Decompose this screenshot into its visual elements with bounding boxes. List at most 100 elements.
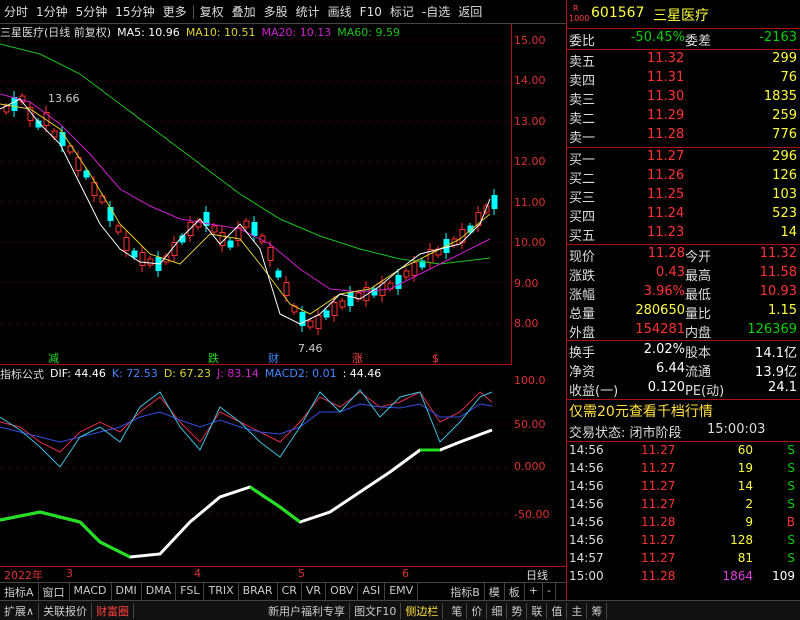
tick-volume: 19 — [737, 461, 753, 475]
buy-level-row[interactable]: 买五 11.23 14 — [567, 225, 800, 244]
tab-5min[interactable]: 5分钟 — [72, 3, 112, 20]
dif-down-segment — [0, 510, 131, 559]
kline-chart[interactable]: 13.66 7.46 减 跌 财 涨 $ — [0, 24, 512, 365]
icon-zhi[interactable]: 值 — [547, 602, 568, 619]
tab-template[interactable]: 模 — [485, 583, 505, 600]
overlay-button[interactable]: 叠加 — [228, 3, 260, 20]
tab-macd[interactable]: MACD — [70, 583, 112, 600]
event-mark-4[interactable]: 涨 — [352, 352, 363, 365]
tick-price: 11.27 — [641, 443, 676, 457]
f10-link[interactable]: 图文F10 — [350, 602, 402, 619]
quote-label: 最低 — [685, 288, 712, 303]
buy-level-row[interactable]: 买四 11.24 523 — [567, 206, 800, 225]
icon-zhu[interactable]: 主 — [567, 602, 588, 619]
event-mark-3[interactable]: 财 — [268, 351, 279, 365]
indicator-formula-button[interactable]: 指标公式 — [0, 366, 44, 382]
stats-button[interactable]: 统计 — [292, 3, 324, 20]
ma5-line — [0, 98, 491, 325]
icon-xi[interactable]: 细 — [487, 602, 508, 619]
mark-button[interactable]: 标记 — [386, 3, 418, 20]
remove-button[interactable]: - — [543, 583, 556, 600]
tab-emv[interactable]: EMV — [385, 583, 419, 600]
f10-button[interactable]: F10 — [356, 5, 386, 19]
tab-asi[interactable]: ASI — [358, 583, 386, 600]
tab-dma[interactable]: DMA — [142, 583, 177, 600]
sidebar-toggle[interactable]: 侧边栏 — [401, 602, 444, 619]
buy-level-row[interactable]: 买二 11.26 126 — [567, 168, 800, 187]
date-label: 5 — [298, 567, 305, 580]
tick-row: 14:56 11.27 14 S — [567, 479, 800, 497]
new-user-promo[interactable]: 新用户福利专享 — [264, 602, 351, 619]
tab-trix[interactable]: TRIX — [204, 583, 239, 600]
period-toolbar: 分时 1分钟 5分钟 15分钟 更多 复权 叠加 多股 统计 画线 F10 标记… — [0, 0, 566, 24]
tab-brar[interactable]: BRAR — [239, 583, 278, 600]
sell-level-row[interactable]: 卖四 11.31 76 — [567, 70, 800, 89]
event-mark-1[interactable]: 减 — [48, 352, 59, 365]
tab-obv[interactable]: OBV — [326, 583, 359, 600]
level-volume: 259 — [772, 108, 797, 123]
tick-side: S — [787, 533, 795, 547]
icon-lian[interactable]: 联 — [527, 602, 548, 619]
tab-fsl[interactable]: FSL — [176, 583, 205, 600]
tab-dmi[interactable]: DMI — [112, 583, 142, 600]
level-label: 卖三 — [569, 93, 596, 108]
tab-fenshi[interactable]: 分时 — [0, 3, 32, 20]
tab-1min[interactable]: 1分钟 — [32, 3, 72, 20]
tick-row: 14:56 11.27 128 S — [567, 533, 800, 551]
level-price: 11.26 — [647, 168, 685, 183]
candle-body — [115, 225, 122, 233]
level-price: 11.23 — [647, 225, 685, 240]
dif-line — [0, 428, 493, 559]
tab-cr[interactable]: CR — [278, 583, 302, 600]
tab-indicator-a[interactable]: 指标A — [0, 583, 39, 600]
add-button[interactable]: + — [525, 583, 543, 600]
sell-level-row[interactable]: 卖二 11.29 259 — [567, 108, 800, 127]
expand-button[interactable]: 扩展∧ — [0, 602, 40, 619]
stat-label: 流通 — [685, 365, 712, 380]
quote-label: 外盘 — [569, 326, 596, 341]
quote-row: 现价 11.28 今开 11.32 — [567, 246, 800, 265]
buy-level-row[interactable]: 买一 11.27 296 — [567, 149, 800, 168]
tab-window[interactable]: 窗口 — [39, 583, 70, 600]
promo-row[interactable]: 仅需20元查看千档行情 — [567, 401, 800, 421]
multi-stock-button[interactable]: 多股 — [260, 3, 292, 20]
event-mark-2[interactable]: 跌 — [208, 351, 219, 365]
quote-label: 总量 — [569, 307, 596, 322]
draw-line-button[interactable]: 画线 — [324, 3, 356, 20]
level-label: 买二 — [569, 172, 596, 187]
icon-jia[interactable]: 价 — [467, 602, 488, 619]
stat-label: 换手 — [569, 346, 596, 361]
fuquan-button[interactable]: 复权 — [196, 3, 228, 20]
back-button[interactable]: 返回 — [454, 3, 486, 20]
tab-vr[interactable]: VR — [302, 583, 327, 600]
sell-level-row[interactable]: 卖一 11.28 776 — [567, 127, 800, 146]
quote-value: 10.93 — [759, 284, 797, 299]
period-label[interactable]: 日线 — [526, 567, 548, 583]
buy-level-row[interactable]: 买三 11.25 103 — [567, 187, 800, 206]
icon-bi[interactable]: 笔 — [447, 602, 468, 619]
more-menu[interactable]: 更多 — [159, 3, 191, 20]
tab-indicator-b[interactable]: 指标B — [446, 583, 485, 600]
indicator-chart[interactable] — [0, 380, 512, 566]
tab-15min[interactable]: 15分钟 — [111, 3, 158, 20]
level-price: 11.31 — [647, 70, 685, 85]
low-label: 7.46 — [298, 342, 323, 355]
event-mark-5[interactable]: $ — [432, 352, 439, 365]
related-quote-button[interactable]: 关联报价 — [39, 602, 93, 619]
k-value: K: 72.53 — [111, 367, 158, 380]
quote-row: 涨幅 3.96% 最低 10.93 — [567, 284, 800, 303]
wealth-circle-button[interactable]: 财富圈 — [92, 602, 135, 619]
tab-board[interactable]: 板 — [505, 583, 525, 600]
icon-chou[interactable]: 筹 — [587, 602, 608, 619]
promo-text[interactable]: 仅需20元查看千档行情 — [569, 401, 713, 421]
trade-state-row: 交易状态: 闭市阶段 15:00:03 — [567, 422, 800, 442]
remove-watchlist-button[interactable]: -自选 — [418, 3, 454, 20]
macd2-value: MACD2: 0.01 — [264, 367, 337, 380]
tick-volume: 2 — [745, 497, 753, 511]
stat-value: 2.02% — [643, 342, 685, 357]
sell-level-row[interactable]: 卖五 11.32 299 — [567, 51, 800, 70]
quote-label: 量比 — [685, 307, 712, 322]
sell-level-row[interactable]: 卖三 11.30 1835 — [567, 89, 800, 108]
quote-panel: R 1000 601567 三星医疗 委比 -50.45% 委差 -2163 卖五 11… — [566, 0, 800, 600]
icon-shi[interactable]: 势 — [507, 602, 528, 619]
